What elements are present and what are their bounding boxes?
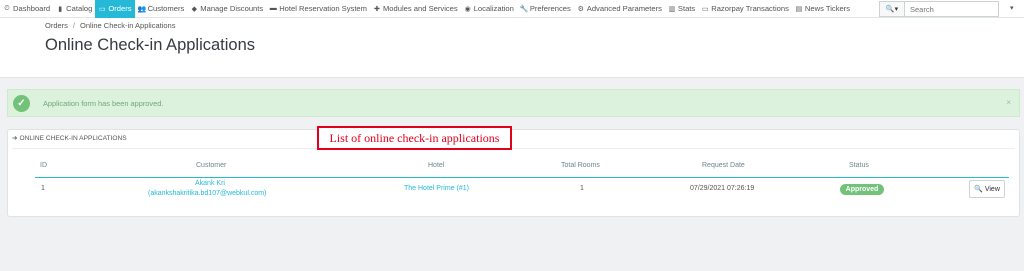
window-icon: ▭ [701, 5, 709, 13]
breadcrumb-current: Online Check-in Applications [80, 21, 176, 30]
nav-item-modules-and-services[interactable]: ✚ Modules and Services [370, 0, 461, 18]
hotel-link[interactable]: The Hotel Prime (#1) [404, 185, 469, 192]
nav-label: Preferences [529, 4, 571, 13]
view-button[interactable]: 🔍 View [969, 180, 1005, 198]
newspaper-icon: ▤ [795, 5, 803, 13]
nav-label: News Tickers [804, 4, 851, 13]
column-header-hotel[interactable]: Hotel [428, 162, 444, 169]
page-header: Orders / Online Check-in Applications Onli… [0, 18, 1024, 78]
nav-item-localization[interactable]: ◉ Localization [461, 0, 517, 18]
column-header-request-date[interactable]: Request Date [702, 162, 745, 169]
success-alert: ✓ Application form has been approved. × [7, 89, 1020, 117]
column-header-id[interactable]: ID [40, 162, 47, 169]
bar-chart-icon: ▥ [668, 5, 676, 13]
nav-label: Manage Discounts [200, 4, 264, 13]
nav-item-razorpay-transactions[interactable]: ▭ Razorpay Transactions [698, 0, 792, 18]
nav-item-customers[interactable]: 👥 Customers [135, 0, 188, 18]
page-title: Online Check-in Applications [45, 36, 256, 54]
dashboard-icon: ⏲ [4, 4, 10, 12]
panel-heading: ➔ ONLINE CHECK-IN APPLICATIONS [12, 134, 127, 143]
nav-item-dashboard[interactable]: ⏲ Dashboard [0, 0, 53, 18]
nav-item-manage-discounts[interactable]: ◆ Manage Discounts [187, 0, 266, 18]
view-button-label: View [984, 185, 1000, 193]
nav-item-hotel-reservation-system[interactable]: ▬ Hotel Reservation System [266, 0, 370, 18]
top-navigation: ⏲ Dashboard ▮ Catalog ▭ Orders 👥 Customers ◆… [0, 0, 1024, 18]
search-input[interactable] [904, 1, 999, 17]
globe-icon: ◉ [464, 5, 471, 13]
book-icon: ▮ [58, 5, 63, 13]
breadcrumb-parent[interactable]: Orders [45, 21, 68, 30]
nav-label: Modules and Services [382, 4, 458, 13]
check-circle-icon: ✓ [13, 94, 30, 112]
puzzle-icon: ✚ [374, 5, 380, 13]
wrench-icon: 🔧 [519, 5, 529, 13]
column-header-customer[interactable]: Customer [196, 162, 226, 169]
nav-label: Advanced Parameters [586, 4, 662, 13]
bed-icon: ▬ [269, 5, 277, 12]
search-type-dropdown[interactable]: 🔍▾ [879, 1, 904, 17]
nav-label: Hotel Reservation System [279, 4, 367, 13]
divider [12, 148, 1015, 149]
breadcrumb: Orders / Online Check-in Applications [45, 21, 175, 30]
nav-label: Customers [147, 4, 185, 13]
breadcrumb-separator: / [72, 21, 76, 30]
alert-message: Application form has been approved. [43, 98, 164, 108]
column-header-status[interactable]: Status [849, 162, 869, 169]
customer-name-link[interactable]: Akank Kri [195, 180, 225, 187]
nav-item-orders[interactable]: ▭ Orders [95, 0, 135, 18]
nav-item-catalog[interactable]: ▮ Catalog [53, 0, 95, 18]
search-bar: 🔍▾ [879, 1, 999, 17]
search-icon: 🔍▾ [885, 6, 899, 13]
panel-title: ONLINE CHECK-IN APPLICATIONS [19, 134, 127, 142]
credit-card-icon: ▭ [99, 5, 106, 13]
customer-email-link[interactable]: (akankshakritika.bd107@webkul.com) [148, 190, 266, 197]
users-icon: 👥 [137, 5, 147, 13]
nav-label: Orders [108, 4, 132, 13]
chevron-down-icon[interactable]: ▾ [1010, 4, 1014, 12]
cell-total-rooms: 1 [580, 185, 584, 192]
nav-item-preferences[interactable]: 🔧 Preferences [517, 0, 574, 18]
nav-label: Stats [677, 4, 696, 13]
table-header-divider [35, 177, 1009, 178]
nav-item-news-tickers[interactable]: ▤ News Tickers [792, 0, 853, 18]
nav-item-advanced-parameters[interactable]: ⚙ Advanced Parameters [574, 0, 665, 18]
cell-id: 1 [41, 185, 45, 192]
search-plus-icon: 🔍 [974, 186, 983, 193]
nav-item-stats[interactable]: ▥ Stats [665, 0, 698, 18]
status-badge: Approved [840, 184, 884, 195]
applications-panel: ➔ ONLINE CHECK-IN APPLICATIONS List of o… [7, 126, 1020, 217]
tag-icon: ◆ [191, 5, 197, 13]
close-icon[interactable]: × [1006, 98, 1011, 107]
cogs-icon: ⚙ [577, 5, 584, 13]
nav-label: Catalog [66, 4, 93, 13]
nav-label: Dashboard [13, 4, 51, 13]
column-header-total-rooms[interactable]: Total Rooms [561, 162, 600, 169]
nav-label: Razorpay Transactions [711, 4, 789, 13]
annotation-callout: List of online check-in applications [317, 126, 512, 150]
nav-label: Localization [473, 4, 514, 13]
sign-in-icon: ➔ [12, 135, 18, 142]
cell-request-date: 07/29/2021 07:26:19 [690, 185, 755, 192]
